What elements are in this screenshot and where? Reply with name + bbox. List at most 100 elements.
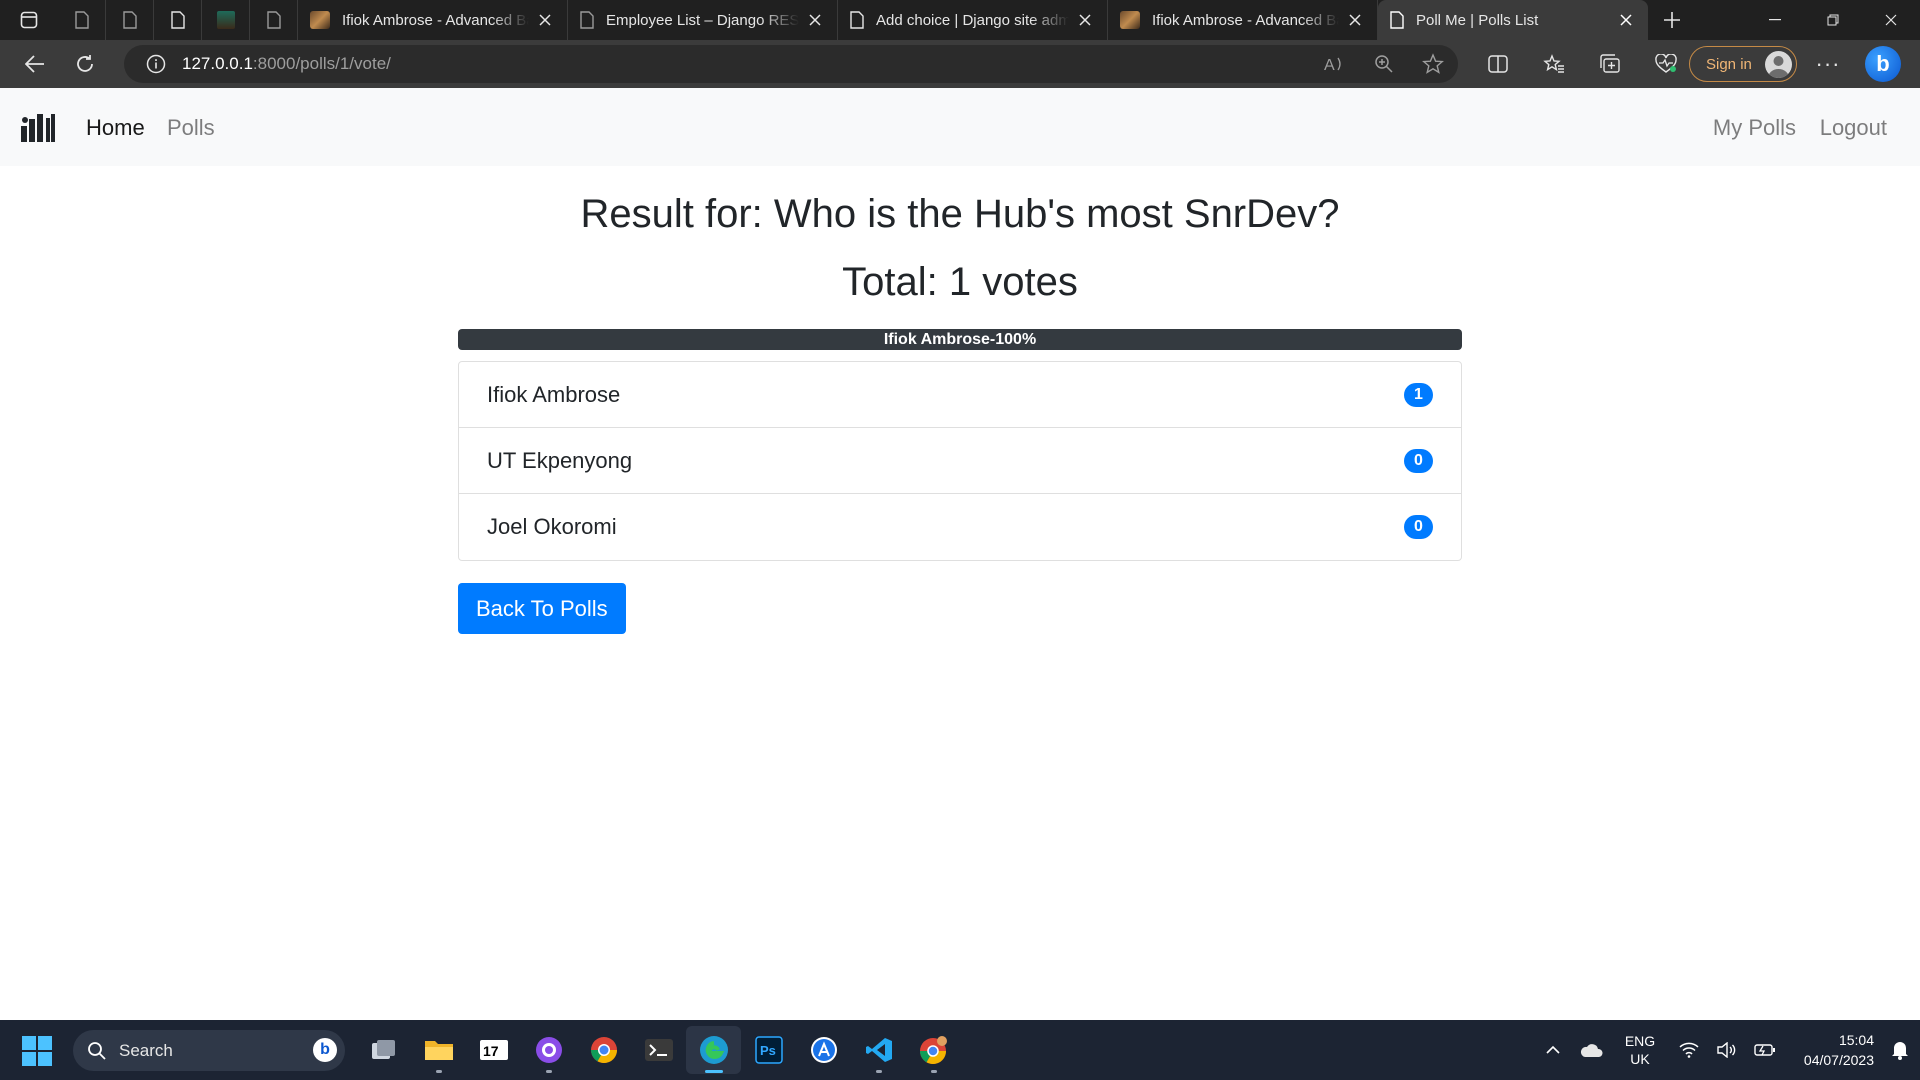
- brand-logo-icon[interactable]: [21, 114, 55, 142]
- close-window-icon[interactable]: [1862, 0, 1920, 40]
- vote-count-badge: 1: [1404, 382, 1433, 407]
- back-to-polls-button[interactable]: Back To Polls: [458, 583, 626, 634]
- vote-count-badge: 0: [1404, 448, 1433, 473]
- page-icon: [850, 11, 864, 29]
- svg-text:Ps: Ps: [760, 1043, 776, 1058]
- language-indicator[interactable]: ENG UK: [1610, 1032, 1670, 1068]
- browser-tab-strip: Ifiok Ambrose - Advanced Ba Employee Lis…: [0, 0, 1920, 40]
- sign-in-label: Sign in: [1706, 55, 1752, 73]
- page-icon: [1390, 11, 1404, 29]
- nav-polls-link[interactable]: Polls: [167, 115, 215, 141]
- new-tab-icon[interactable]: [1648, 0, 1696, 40]
- pinned-tab-page-icon[interactable]: [250, 0, 298, 40]
- browser-tab-active[interactable]: Poll Me | Polls List: [1378, 0, 1648, 40]
- browser-toolbar: 127.0.0.1:8000/polls/1/vote/ A Sign in ·…: [0, 40, 1920, 88]
- sign-in-button[interactable]: Sign in: [1689, 46, 1797, 82]
- chevron-up-icon[interactable]: [1534, 1045, 1572, 1055]
- file-explorer-icon[interactable]: [411, 1026, 466, 1074]
- taskbar-search[interactable]: Search b: [73, 1030, 345, 1071]
- browser-right-tools: [1470, 40, 1694, 88]
- pinned-tab-page-icon[interactable]: [58, 0, 106, 40]
- result-title: Result for: Who is the Hub's most SnrDev…: [580, 192, 1340, 236]
- tradingview-icon[interactable]: 17: [466, 1026, 521, 1074]
- zoom-icon[interactable]: [1374, 54, 1394, 74]
- system-tray: ENG UK 15:04 04/07/2023: [1534, 1020, 1920, 1080]
- choices-list: Ifiok Ambrose 1 UT Ekpenyong 0 Joel Okor…: [458, 361, 1462, 561]
- progress-bar: Ifiok Ambrose-100%: [458, 329, 1462, 350]
- refresh-icon[interactable]: [60, 44, 110, 84]
- chrome-profile-icon[interactable]: [906, 1026, 961, 1074]
- tab-title: Add choice | Django site adm: [876, 11, 1069, 29]
- split-screen-icon[interactable]: [1470, 40, 1526, 88]
- close-tab-icon[interactable]: [1616, 10, 1636, 30]
- battery-icon[interactable]: [1746, 1043, 1784, 1057]
- back-icon[interactable]: [10, 44, 60, 84]
- image-favicon-icon: [1120, 11, 1140, 29]
- window-controls: [1746, 0, 1920, 40]
- pinned-tab-image-icon[interactable]: [202, 0, 250, 40]
- task-view-icon[interactable]: [356, 1026, 411, 1074]
- close-tab-icon[interactable]: [535, 10, 555, 30]
- favorite-star-icon[interactable]: [1422, 53, 1444, 75]
- avatar-icon: [1765, 51, 1792, 78]
- pinned-tab-page-icon[interactable]: [106, 0, 154, 40]
- bing-icon: b: [313, 1038, 337, 1062]
- chrome-icon[interactable]: [576, 1026, 631, 1074]
- address-bar[interactable]: 127.0.0.1:8000/polls/1/vote/ A: [124, 45, 1458, 83]
- photoshop-icon[interactable]: Ps: [741, 1026, 796, 1074]
- site-navbar: Home Polls My Polls Logout: [0, 88, 1920, 166]
- page-icon: [580, 11, 594, 29]
- close-tab-icon[interactable]: [1075, 10, 1095, 30]
- windows-start-icon[interactable]: [22, 1036, 52, 1066]
- minimize-icon[interactable]: [1746, 0, 1804, 40]
- choice-row: Ifiok Ambrose 1: [459, 362, 1461, 428]
- browser-tab[interactable]: Ifiok Ambrose - Advanced Ba: [298, 0, 568, 40]
- clock[interactable]: 15:04 04/07/2023: [1784, 1030, 1880, 1070]
- result-progress: Ifiok Ambrose-100%: [458, 329, 1462, 350]
- close-tab-icon[interactable]: [1345, 10, 1365, 30]
- wifi-icon[interactable]: [1670, 1042, 1708, 1058]
- svg-text:17: 17: [483, 1043, 499, 1059]
- url-text[interactable]: 127.0.0.1:8000/polls/1/vote/: [182, 54, 391, 74]
- tab-actions-icon[interactable]: [0, 0, 58, 40]
- choice-row: UT Ekpenyong 0: [459, 428, 1461, 494]
- image-favicon-icon: [310, 11, 330, 29]
- vote-count-badge: 0: [1404, 515, 1433, 539]
- nav-logout-link[interactable]: Logout: [1820, 115, 1887, 141]
- volume-icon[interactable]: [1708, 1042, 1746, 1058]
- github-desktop-icon[interactable]: [521, 1026, 576, 1074]
- info-icon[interactable]: [146, 54, 166, 74]
- pinned-tabs: [58, 0, 298, 40]
- terminal-icon[interactable]: [631, 1026, 686, 1074]
- more-options-icon[interactable]: ···: [1806, 40, 1850, 88]
- browser-tab[interactable]: Employee List – Django REST: [568, 0, 838, 40]
- svg-text:A: A: [1324, 57, 1335, 74]
- clock-time: 15:04: [1838, 1032, 1874, 1048]
- favorites-icon[interactable]: [1526, 40, 1582, 88]
- app-store-icon[interactable]: [796, 1026, 851, 1074]
- tab-title: Employee List – Django REST: [606, 11, 799, 29]
- search-icon: [88, 1041, 106, 1060]
- browser-essentials-icon[interactable]: [1638, 40, 1694, 88]
- vscode-icon[interactable]: [851, 1026, 906, 1074]
- onedrive-icon[interactable]: [1572, 1042, 1610, 1058]
- read-aloud-icon[interactable]: A: [1324, 54, 1346, 74]
- edge-icon[interactable]: [686, 1026, 741, 1074]
- close-tab-icon[interactable]: [805, 10, 825, 30]
- tab-title: Poll Me | Polls List: [1416, 11, 1539, 29]
- collections-icon[interactable]: [1582, 40, 1638, 88]
- browser-tab[interactable]: Add choice | Django site adm: [838, 0, 1108, 40]
- choice-name: Ifiok Ambrose: [487, 381, 621, 407]
- pinned-tab-page-icon[interactable]: [154, 0, 202, 40]
- clock-date: 04/07/2023: [1803, 1052, 1874, 1068]
- search-label: Search: [119, 1040, 173, 1060]
- restore-icon[interactable]: [1804, 0, 1862, 40]
- nav-home-link[interactable]: Home: [86, 115, 145, 141]
- choice-name: UT Ekpenyong: [487, 447, 633, 473]
- browser-tab[interactable]: Ifiok Ambrose - Advanced Ba: [1108, 0, 1378, 40]
- total-votes: Total: 1 votes: [842, 260, 1078, 304]
- tab-title: Ifiok Ambrose - Advanced Ba: [342, 11, 529, 29]
- nav-my-polls-link[interactable]: My Polls: [1713, 115, 1796, 141]
- bing-copilot-icon[interactable]: b: [1865, 46, 1901, 82]
- notifications-icon[interactable]: [1880, 1040, 1920, 1060]
